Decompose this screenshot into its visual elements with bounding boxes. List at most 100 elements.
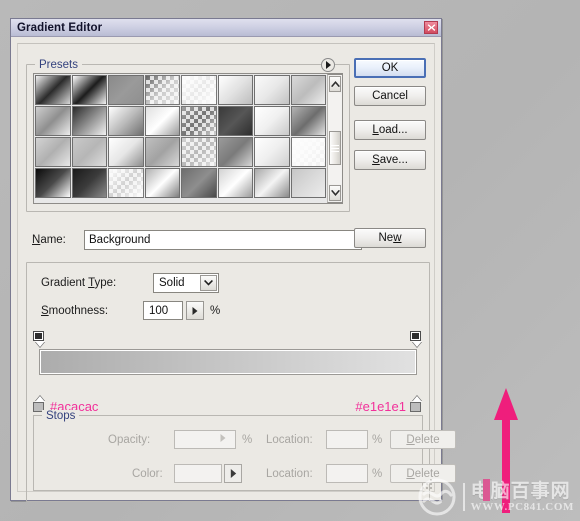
preset-swatch[interactable] [108,137,144,167]
color-location-input [326,464,368,483]
preset-swatch[interactable] [254,168,290,198]
right-triangle-icon[interactable] [186,301,204,320]
preset-swatch[interactable] [254,75,290,105]
preset-swatch[interactable] [290,137,326,167]
color-location-unit: % [372,468,383,480]
opacity-input [174,430,236,449]
pc841-logo-icon [417,477,457,517]
opacity-location-unit: % [372,434,383,446]
preset-swatch[interactable] [35,168,71,198]
preset-swatch[interactable] [254,137,290,167]
scrollbar-track[interactable] [328,93,342,184]
right-triangle-circle-icon[interactable] [321,58,335,72]
preset-swatch[interactable] [144,168,180,198]
presets-group: Presets [26,58,350,212]
preset-swatch[interactable] [181,75,217,105]
delete-opacity-label: Delete [406,433,440,446]
preset-swatch[interactable] [71,168,107,198]
preset-swatch[interactable] [35,106,71,136]
preset-swatch[interactable] [71,137,107,167]
preset-swatch[interactable] [181,168,217,198]
gradient-preview-bar[interactable] [39,349,417,375]
preset-swatch[interactable] [290,75,326,105]
watermark-accent-bar [482,479,490,501]
save-button[interactable]: Save... [354,150,426,170]
preset-swatch[interactable] [144,137,180,167]
preset-swatch[interactable] [144,75,180,105]
content-frame: Presets Name: Background OK Cancel Load.… [17,43,456,502]
load-button-label: Load... [372,124,408,136]
chevron-down-icon[interactable] [329,185,341,201]
opacity-stop-handle-left[interactable] [33,331,46,348]
preset-swatch[interactable] [181,106,217,136]
preset-swatch[interactable] [108,168,144,198]
stops-group: Stops Opacity: % Location: % Delete Colo… [33,410,456,491]
presets-well [33,73,343,204]
preset-swatch[interactable] [217,75,253,105]
gradient-preview-area: #acacac #e1e1e1 [33,331,423,414]
dialog-title: Gradient Editor [17,21,103,34]
smoothness-input[interactable]: 100 [143,301,183,320]
color-label: Color: [132,468,163,480]
watermark: 电脑百事网 WWW.PC841.COM [417,477,574,517]
preset-swatch[interactable] [144,106,180,136]
stops-label: Stops [42,410,80,422]
opacity-unit: % [242,434,253,446]
gradient-settings-group: Gradient Type: Solid Smoothness: 100 % #… [26,262,456,502]
preset-swatch[interactable] [217,168,253,198]
preset-swatch[interactable] [35,75,71,105]
new-button-label: New [378,232,402,244]
right-triangle-icon [224,464,242,483]
color-swatch-button [174,464,222,483]
gradient-type-select[interactable]: Solid [153,273,219,293]
preset-swatch[interactable] [71,106,107,136]
opacity-label: Opacity: [108,434,151,446]
new-button[interactable]: New [354,228,426,248]
preset-swatch[interactable] [108,75,144,105]
opacity-stop-handle-right[interactable] [410,331,423,348]
scrollbar-thumb[interactable] [329,131,341,166]
preset-swatch[interactable] [35,137,71,167]
stops-opacity-row: Opacity: % Location: % Delete [34,430,456,450]
chevron-down-icon[interactable] [200,275,217,291]
delete-opacity-stop-button: Delete [390,430,456,449]
preset-swatch[interactable] [217,106,253,136]
save-button-label: Save... [372,154,408,166]
ok-button[interactable]: OK [354,58,426,78]
name-row: Name: [32,230,362,250]
opacity-location-label: Location: [266,434,313,446]
color-location-label: Location: [266,468,313,480]
watermark-divider [462,483,465,511]
preset-swatch[interactable] [254,106,290,136]
gradient-name-input[interactable] [84,230,362,250]
gradient-type-accel: T [88,277,95,289]
presets-scrollbar[interactable] [327,74,343,203]
chevron-up-icon[interactable] [329,76,341,92]
gradient-type-label: Gradient Type: [41,277,117,289]
watermark-site-url: WWW.PC841.COM [470,501,574,513]
gradient-type-value: Solid [159,277,185,289]
smoothness-unit: % [210,305,221,317]
presets-swatch-grid[interactable] [34,74,327,203]
dialog-body: Presets Name: Background OK Cancel Load.… [11,38,456,502]
opacity-location-input [326,430,368,449]
stops-color-row: Color: Location: % Delete [34,464,456,484]
presets-label: Presets [35,59,82,71]
dialog-titlebar[interactable]: Gradient Editor [11,19,441,37]
right-triangle-icon [220,433,226,445]
preset-swatch[interactable] [217,137,253,167]
load-button[interactable]: Load... [354,120,426,140]
preset-swatch[interactable] [108,106,144,136]
color-stop-handle-right[interactable] [410,396,423,413]
name-label: Name: [32,234,66,246]
preset-swatch[interactable] [181,137,217,167]
smoothness-label: Smoothness: [41,305,109,317]
gradient-editor-dialog: Gradient Editor Presets Name: Background… [10,18,456,502]
preset-swatch[interactable] [290,106,326,136]
preset-swatch[interactable] [290,168,326,198]
close-icon[interactable] [424,21,438,34]
smoothness-accel: S [41,305,49,317]
grip-lines-icon [331,143,339,154]
cancel-button[interactable]: Cancel [354,86,426,106]
preset-swatch[interactable] [71,75,107,105]
